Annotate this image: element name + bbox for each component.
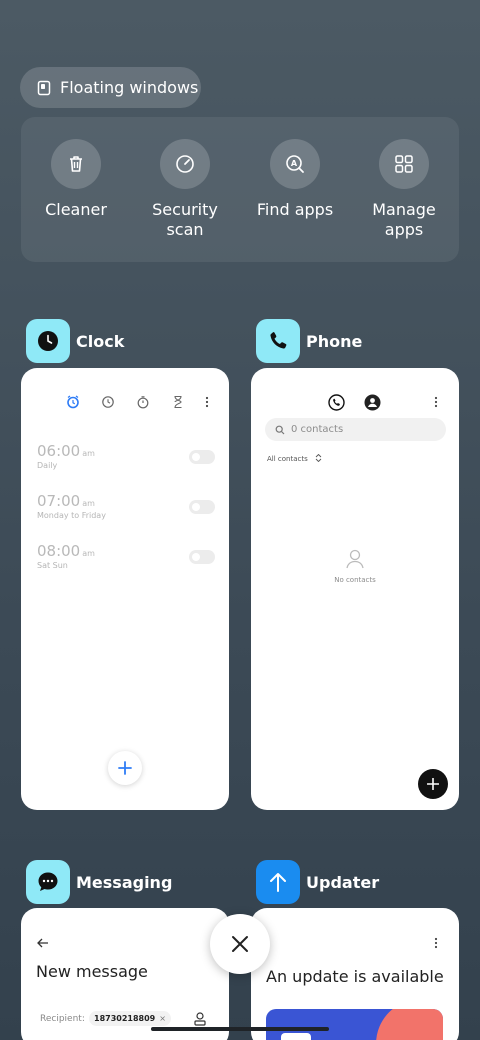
alarm-item[interactable]: 07:00 am Monday to Friday xyxy=(37,492,106,520)
more-options-icon[interactable] xyxy=(429,395,443,409)
find-apps-button[interactable]: A Find apps xyxy=(245,139,345,220)
alarm-toggle[interactable] xyxy=(189,550,215,564)
cleaner-button[interactable]: Cleaner xyxy=(26,139,126,220)
plus-icon xyxy=(427,778,439,790)
back-arrow-icon[interactable] xyxy=(37,938,49,948)
home-indicator-bar[interactable] xyxy=(151,1027,329,1031)
phone-app-icon xyxy=(256,319,300,363)
manage-apps-icon xyxy=(395,155,413,173)
alarm-time: 07:00 xyxy=(37,492,81,510)
recipient-chip[interactable]: 18730218809 × xyxy=(89,1011,171,1026)
trash-icon xyxy=(70,156,82,172)
empty-contacts-text: No contacts xyxy=(334,576,376,584)
world-clock-tab-icon[interactable] xyxy=(101,395,115,409)
security-scan-icon xyxy=(176,155,194,173)
alarm-ampm: am xyxy=(82,449,95,458)
clock-app-icon xyxy=(26,319,70,363)
alarm-item[interactable]: 06:00 am Daily xyxy=(37,442,95,470)
find-apps-label: Find apps xyxy=(256,200,334,219)
alarm-repeat: Monday to Friday xyxy=(37,511,106,520)
search-icon xyxy=(275,425,285,434)
alarm-repeat: Sat Sun xyxy=(37,561,68,570)
recipient-label: Recipient: xyxy=(40,1014,85,1024)
alarm-tab-icon[interactable] xyxy=(66,395,80,409)
alarm-time: 06:00 xyxy=(37,442,81,460)
more-options-icon[interactable] xyxy=(429,936,443,950)
quick-tools-panel: Cleaner Security scan A Find apps Manage… xyxy=(21,117,459,262)
security-scan-label: Security scan xyxy=(152,200,218,239)
alarm-ampm: am xyxy=(82,499,95,508)
add-alarm-button[interactable] xyxy=(108,751,142,785)
close-icon xyxy=(232,936,248,952)
messaging-app-icon xyxy=(26,860,70,904)
updater-app-icon xyxy=(256,860,300,904)
timer-tab-icon[interactable] xyxy=(171,395,185,409)
sort-icon xyxy=(315,453,322,463)
person-icon xyxy=(346,549,364,569)
contact-picker-icon[interactable] xyxy=(194,1012,206,1026)
new-message-heading: New message xyxy=(36,962,148,981)
security-scan-button[interactable]: Security scan xyxy=(135,139,235,240)
floating-windows-label: Floating windows xyxy=(60,78,199,97)
updater-app-header[interactable]: Updater xyxy=(256,860,379,904)
contacts-search-input[interactable]: 0 contacts xyxy=(265,418,446,441)
update-heading: An update is available xyxy=(266,967,444,986)
find-apps-icon: A xyxy=(286,155,304,173)
updater-app-title: Updater xyxy=(306,872,380,892)
floating-windows-button[interactable]: Floating windows xyxy=(20,67,201,108)
clock-app-title: Clock xyxy=(76,331,125,351)
more-options-icon[interactable] xyxy=(200,395,214,409)
contacts-tab-icon[interactable] xyxy=(364,394,381,411)
svg-text:A: A xyxy=(291,159,298,168)
alarm-time: 08:00 xyxy=(37,542,81,560)
alarm-repeat: Daily xyxy=(37,461,58,470)
messaging-app-header[interactable]: Messaging xyxy=(26,860,172,904)
alarm-toggle[interactable] xyxy=(189,450,215,464)
empty-contacts-state: No contacts xyxy=(251,548,459,584)
manage-apps-label: Manage apps xyxy=(372,200,436,239)
filter-label: All contacts xyxy=(267,455,308,463)
messaging-app-title: Messaging xyxy=(76,872,173,892)
close-all-button[interactable] xyxy=(210,914,270,974)
alarm-item[interactable]: 08:00 am Sat Sun xyxy=(37,542,95,570)
phone-app-header[interactable]: Phone xyxy=(256,319,362,363)
clock-app-card[interactable]: 06:00 am Daily 07:00 am Monday to Friday 0… xyxy=(21,368,229,810)
updater-app-card[interactable]: An update is available xyxy=(251,908,459,1040)
plus-icon xyxy=(118,761,132,775)
dialer-tab-icon[interactable] xyxy=(328,394,345,411)
manage-apps-button[interactable]: Manage apps xyxy=(354,139,454,240)
recipient-number: 18730218809 xyxy=(94,1014,156,1023)
phone-app-card[interactable]: 0 contacts All contacts No contacts xyxy=(251,368,459,810)
clock-app-header[interactable]: Clock xyxy=(26,319,124,363)
add-contact-button[interactable] xyxy=(418,769,448,799)
phone-app-title: Phone xyxy=(306,331,363,351)
search-placeholder: 0 contacts xyxy=(291,424,344,435)
update-banner-image xyxy=(266,1009,443,1040)
alarm-ampm: am xyxy=(82,549,95,558)
contacts-filter-dropdown[interactable]: All contacts xyxy=(267,453,322,463)
cleaner-label: Cleaner xyxy=(45,200,107,219)
remove-recipient-icon[interactable]: × xyxy=(159,1014,166,1023)
floating-window-icon xyxy=(37,80,51,95)
alarm-toggle[interactable] xyxy=(189,500,215,514)
stopwatch-tab-icon[interactable] xyxy=(136,395,150,409)
messaging-app-card[interactable]: New message Recipient: 18730218809 × xyxy=(21,908,229,1040)
